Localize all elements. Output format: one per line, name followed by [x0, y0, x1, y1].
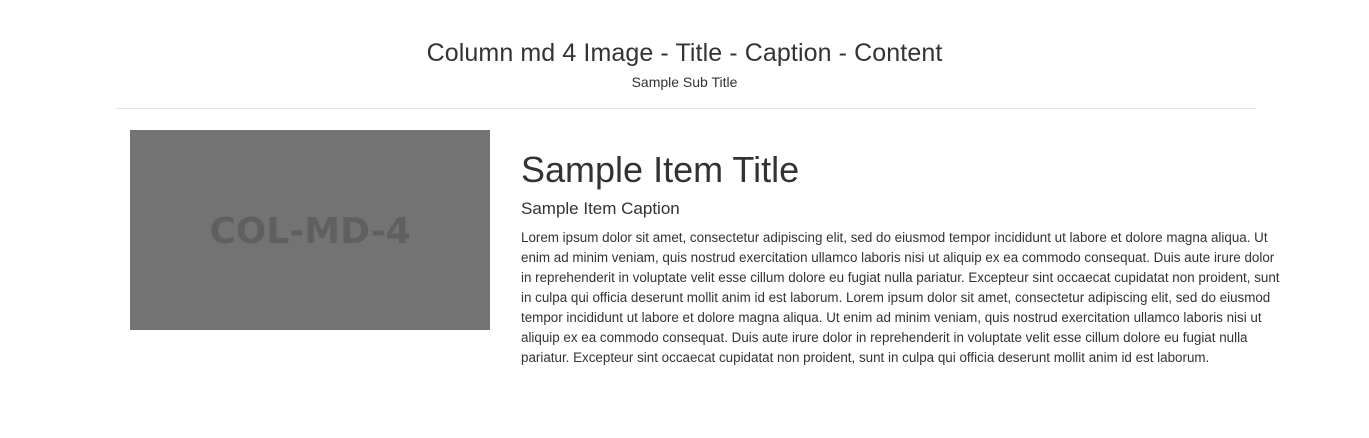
item-caption: Sample Item Caption	[521, 199, 680, 218]
item-content: Sample Item Title Sample Item Caption Lo…	[521, 150, 1281, 368]
image-placeholder-label: COL-MD-4	[209, 210, 411, 252]
item-title: Sample Item Title	[521, 149, 800, 190]
section-header: Column md 4 Image - Title - Caption - Co…	[0, 38, 1369, 90]
image-placeholder: COL-MD-4	[130, 130, 490, 330]
header-divider	[115, 108, 1256, 109]
item-body-text: Lorem ipsum dolor sit amet, consectetur …	[521, 230, 1280, 365]
page: Column md 4 Image - Title - Caption - Co…	[0, 0, 1369, 438]
page-title: Column md 4 Image - Title - Caption - Co…	[426, 39, 943, 67]
page-subtitle: Sample Sub Title	[631, 74, 738, 90]
